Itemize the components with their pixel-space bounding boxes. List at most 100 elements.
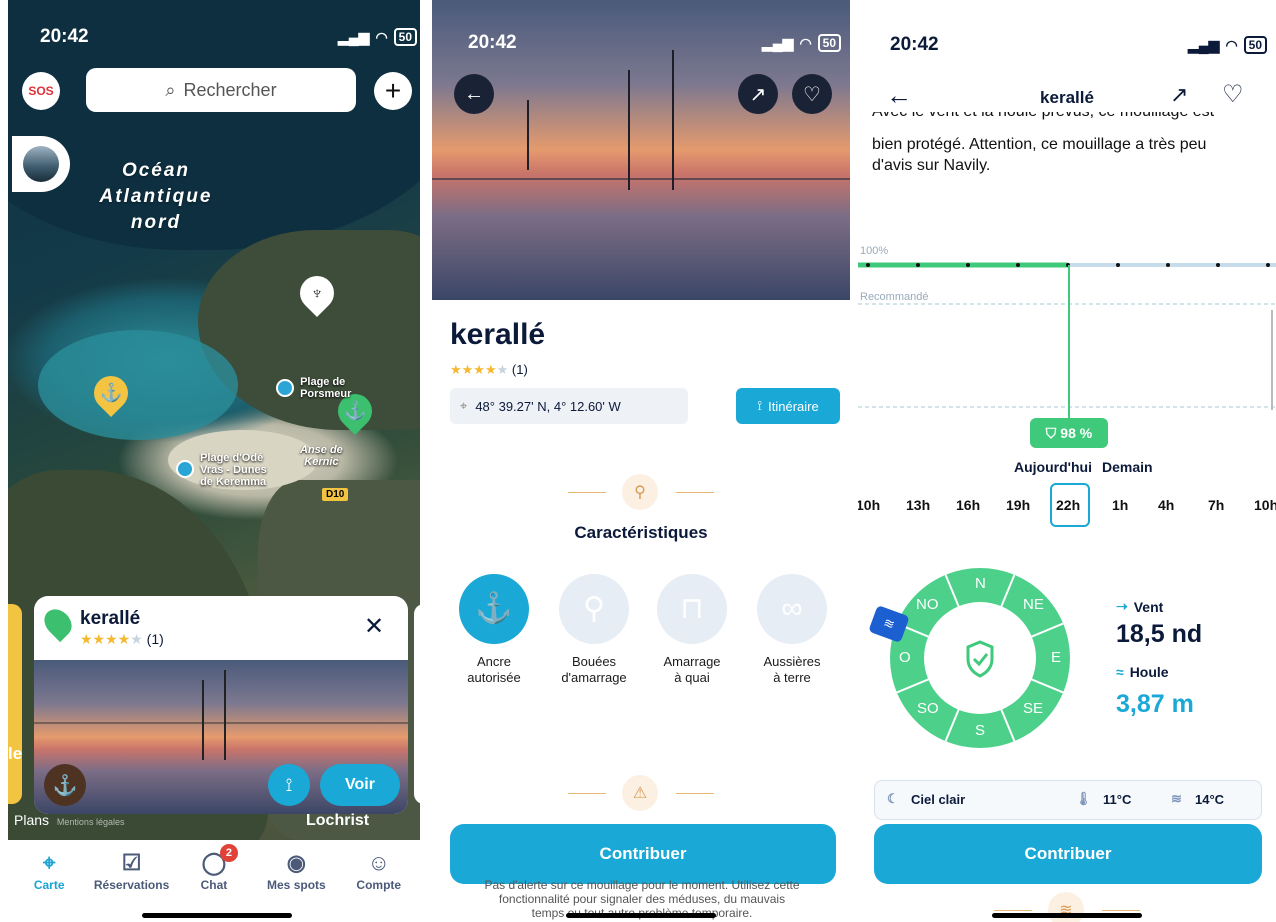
place-ode-vras[interactable]: Plage d'Odé Vras - Dunes de Keremma (176, 452, 267, 488)
tab-reservations[interactable]: ☑ Réservations (92, 840, 172, 922)
wind-label: ➝ Vent (1116, 598, 1164, 615)
hour-16h[interactable]: 16h (956, 497, 980, 513)
hour-7h[interactable]: 7h (1208, 497, 1224, 513)
feature-anchor: ⚓ Ancre autorisée (446, 574, 542, 686)
tab-compte[interactable]: ☺ Compte (339, 840, 419, 922)
hour-13h[interactable]: 13h (906, 497, 930, 513)
signal-icon: ▂▄▆ (338, 28, 370, 45)
route-icon: ⟟ (285, 774, 293, 795)
anchor-icon: ⚓ (343, 400, 367, 421)
restaurant-icon: ♆ (310, 282, 324, 303)
hour-4h[interactable]: 4h (1158, 497, 1174, 513)
share-icon: ↗ (749, 83, 767, 106)
status-time: 20:42 (40, 26, 89, 47)
calendar-check-icon: ☑ (121, 850, 142, 875)
favorite-button[interactable]: ♡ (1222, 80, 1244, 109)
star-rating-icon: ★★★★ (80, 631, 131, 647)
place-anse-kernic: Anse de Kernic (300, 444, 343, 468)
hour-1h[interactable]: 1h (1112, 497, 1128, 513)
divider (568, 492, 606, 493)
plus-icon: + (384, 75, 402, 106)
thermometer-icon: 🌡 (1075, 791, 1092, 806)
battery-indicator: 50 (1243, 36, 1268, 54)
divider (676, 793, 714, 794)
wind-value: 18,5 nd (1116, 620, 1203, 648)
tab-mes-spots[interactable]: ◉ Mes spots (256, 840, 336, 922)
sos-label: SOS (28, 84, 54, 98)
status-indicators: ▂▄▆ ◠ 50 (1188, 36, 1268, 54)
buoy-icon: ⚲ (559, 574, 629, 644)
beach-icon (276, 379, 294, 397)
place-porsmeur[interactable]: Plage de Porsmeur (276, 376, 351, 400)
battery-indicator: 50 (817, 34, 842, 52)
back-button[interactable]: ← (454, 74, 494, 114)
spot-rating: ★★★★★ (1) (80, 631, 164, 647)
tab-chat[interactable]: ◯ 2 Chat (174, 840, 254, 922)
coordinates: 48° 39.27' N, 4° 12.60' W (475, 398, 621, 414)
spot-card[interactable]: kerallé ★★★★★ (1) ✕ ⚓ ⟟ Voir (34, 596, 408, 814)
swell-label: ≈ Houle (1116, 664, 1169, 680)
chat-bubble-icon: ◯ (201, 850, 227, 875)
status-time: 20:42 (468, 32, 517, 53)
compass-se: SE (1023, 700, 1044, 717)
chart-recommended-label: Recommandé (860, 291, 928, 303)
map-label-lochrist: Lochrist (306, 812, 370, 829)
favorite-button[interactable]: ♡ (792, 74, 832, 114)
section-title: Caractéristiques (574, 523, 708, 542)
contribute-button[interactable]: Contribuer (450, 824, 836, 884)
itinerary-button[interactable]: ⟟ Itinéraire (736, 388, 840, 424)
hour-10h[interactable]: 10h (858, 497, 880, 513)
spot-rating: ★★★★★ (1) (450, 362, 528, 377)
spot-title: kerallé (80, 608, 141, 629)
shield-icon: ⛉ (1045, 424, 1057, 441)
rope-icon: ∞ (757, 574, 827, 644)
search-input[interactable]: Rechercher (184, 80, 277, 101)
close-button[interactable]: ✕ (364, 612, 384, 641)
map-attribution: Plans Mentions légales (14, 812, 125, 828)
share-button[interactable]: ↗ (1170, 82, 1188, 108)
contribute-button[interactable]: Contribuer (874, 824, 1262, 884)
divider (676, 492, 714, 493)
status-time: 20:42 (890, 34, 939, 55)
map-layer-toggle[interactable] (12, 136, 70, 192)
wifi-icon: ◠ (375, 28, 388, 45)
adjacent-card-right[interactable] (414, 604, 420, 804)
location-pin-icon: ◉ (286, 850, 306, 875)
divider (1102, 910, 1140, 911)
anchor-icon: ⚓ (99, 382, 123, 403)
protection-chart[interactable]: 100% Recommandé (858, 240, 1276, 440)
compass-n: N (975, 575, 986, 592)
back-arrow-icon: ← (464, 82, 484, 105)
directions-button[interactable]: ⟟ (268, 764, 310, 806)
heart-icon: ♡ (1222, 81, 1244, 108)
share-icon: ↗ (1170, 82, 1189, 107)
chart-100-label: 100% (860, 245, 888, 257)
intro-text: bien protégé. Attention, ce mouillage a … (872, 136, 1207, 174)
search-bar[interactable]: ⌕ Rechercher (86, 68, 356, 112)
water-wave-icon: ≋ (1171, 791, 1182, 806)
divider (994, 910, 1032, 911)
wifi-icon: ◠ (1225, 36, 1238, 53)
wind-icon: ➝ (1116, 598, 1128, 614)
share-button[interactable]: ↗ (738, 74, 778, 114)
beach-icon (176, 460, 194, 478)
heart-icon: ♡ (803, 83, 821, 106)
adjacent-card-left[interactable] (8, 604, 22, 804)
compass-o: O (899, 649, 911, 666)
signal-icon: ▂▄▆ (762, 34, 794, 51)
road-label: D10 (322, 488, 349, 501)
status-indicators: ▂▄▆ ◠ 50 (762, 34, 842, 52)
layer-thumbnail-icon (23, 146, 59, 182)
ocean-label: Océan Atlantique nord (99, 160, 213, 233)
hour-22h[interactable]: 22h (1056, 497, 1080, 513)
sos-button[interactable]: SOS (22, 72, 60, 110)
hour-19h[interactable]: 19h (1006, 497, 1030, 513)
spot-detail-screen: 20:42 ▂▄▆ ◠ 50 ← ↗ ♡ kerallé ★★★★★ (1) ⌖… (432, 0, 850, 922)
add-button[interactable]: + (374, 72, 412, 110)
view-button[interactable]: Voir (320, 764, 400, 806)
coordinates-box[interactable]: ⌖ 48° 39.27' N, 4° 12.60' W (450, 388, 688, 424)
compass-ne: NE (1023, 596, 1044, 613)
tab-carte[interactable]: ⌖ Carte (9, 840, 89, 922)
map-screen: 20:42 ▂▄▆ ◠ 50 SOS ⌕ Rechercher + Océan … (8, 0, 420, 922)
hour-10h-next[interactable]: 10h (1254, 497, 1276, 513)
